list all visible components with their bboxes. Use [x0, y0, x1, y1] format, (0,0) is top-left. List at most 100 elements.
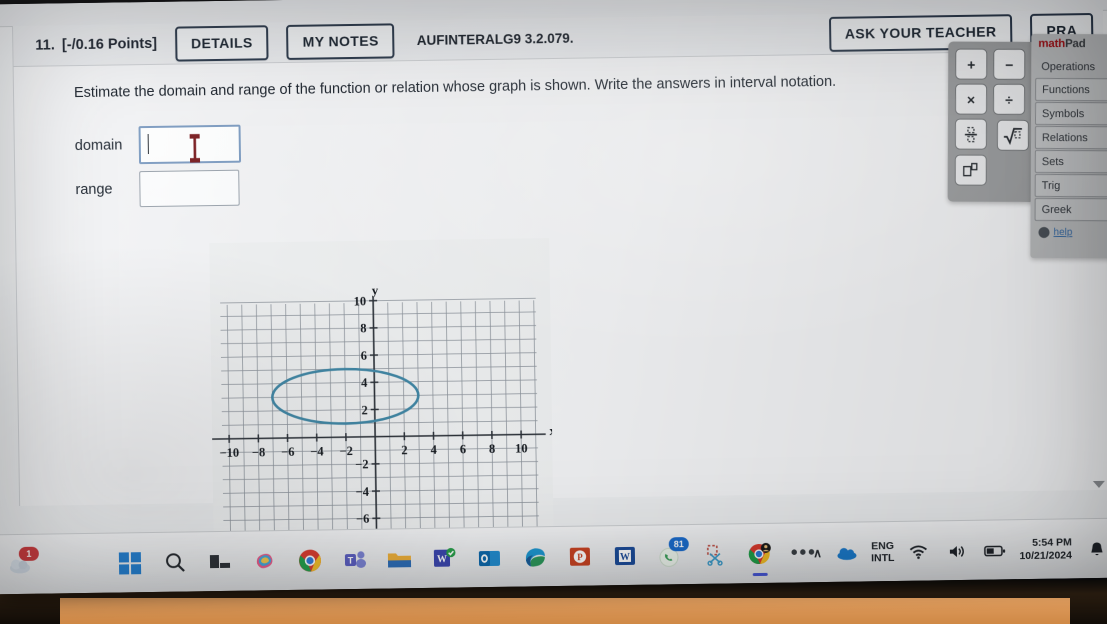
svg-text:−6: −6	[281, 445, 295, 459]
file-explorer-icon[interactable]	[386, 546, 413, 573]
onedrive-cloud-glyph	[837, 547, 857, 560]
svg-text:10: 10	[354, 294, 367, 308]
desk-paper	[60, 598, 1070, 624]
help-icon	[1038, 226, 1050, 238]
scroll-down-arrow[interactable]	[1092, 480, 1105, 489]
svg-text:−6: −6	[356, 512, 370, 526]
range-field-row: range	[75, 169, 240, 208]
teams-icon[interactable]: T	[341, 546, 368, 573]
search-icon[interactable]	[161, 549, 188, 576]
domain-field-row: domain	[74, 124, 242, 165]
whatsapp-badge: 81	[668, 536, 689, 551]
question-points: [-/0.16 Points]	[61, 35, 158, 54]
svg-text:8: 8	[360, 322, 366, 336]
outlook-glyph	[478, 550, 501, 566]
question-code: AUFINTERALG9 3.2.079.	[416, 30, 574, 48]
function-graph: −10 −8 −6 −4 −2 2 4 6 8 10 −6 −4 −2 2 4 6 8 10 y x	[209, 238, 554, 544]
notification-bell-icon[interactable]	[1083, 535, 1107, 562]
header-spacer	[574, 34, 811, 38]
mathpad-key-multiply[interactable]: ×	[955, 83, 988, 115]
y-axis-label: y	[372, 283, 379, 298]
domain-input[interactable]	[138, 124, 242, 165]
svg-text:−2: −2	[355, 457, 369, 471]
wifi-icon[interactable]	[905, 538, 932, 565]
whatsapp-icon[interactable]: 81	[656, 536, 689, 569]
task-view-glyph	[209, 555, 230, 569]
taskbar-left: 1	[6, 535, 39, 595]
svg-text:W: W	[619, 552, 629, 563]
taskbar-apps: T W P W 81 •••	[116, 523, 818, 593]
snipping-tool-icon[interactable]	[701, 541, 728, 568]
tray-chevron-icon[interactable]: ∧	[813, 546, 822, 560]
mathpad-key-divide[interactable]: ÷	[993, 83, 1026, 115]
mathpad-help-label: help	[1053, 226, 1073, 238]
question-body: Estimate the domain and range of the fun…	[14, 50, 1107, 544]
svg-text:2: 2	[401, 443, 407, 457]
chrome-glyph	[298, 549, 321, 572]
outlook-icon[interactable]	[476, 544, 503, 571]
chrome-profile-icon[interactable]	[746, 540, 773, 576]
my-notes-button[interactable]: MY NOTES	[286, 22, 396, 60]
range-input[interactable]	[139, 169, 240, 208]
exponent-icon	[963, 162, 978, 176]
text-caret	[147, 134, 149, 155]
x-axis-label: x	[549, 423, 553, 438]
mathpad-cat-sets[interactable]: Sets	[1034, 149, 1107, 174]
question-prompt: Estimate the domain and range of the fun…	[73, 73, 837, 102]
svg-text:4: 4	[361, 376, 368, 390]
speaker-glyph	[949, 545, 964, 557]
weather-icon[interactable]: 1	[6, 546, 39, 578]
mathpad-cat-symbols[interactable]: Symbols	[1034, 101, 1107, 126]
edge-icon[interactable]	[521, 544, 548, 571]
powerpoint-glyph: P	[569, 547, 590, 566]
system-tray: ∧ ENG INTL 5:54 PM 10/21/2024	[813, 519, 1107, 583]
folder-glyph	[387, 552, 412, 568]
word-icon[interactable]: W	[611, 542, 638, 569]
task-view-icon[interactable]	[206, 548, 233, 575]
webassign-page: 11. [-/0.16 Points] DETAILS MY NOTES AUF…	[0, 0, 1107, 544]
details-button-label: DETAILS	[190, 34, 253, 52]
svg-text:−4: −4	[310, 444, 324, 458]
chrome-icon[interactable]	[296, 547, 323, 574]
my-notes-button-label: MY NOTES	[302, 32, 379, 50]
range-label: range	[75, 181, 113, 199]
magnifier-glyph	[165, 553, 185, 572]
mathpad-cat-greek[interactable]: Greek	[1034, 197, 1107, 222]
onedrive-icon[interactable]	[833, 539, 860, 566]
mathpad-key-fraction[interactable]	[954, 118, 987, 150]
details-button[interactable]: DETAILS	[174, 24, 269, 62]
mathpad-cat-trig[interactable]: Trig	[1034, 173, 1107, 198]
fraction-icon	[964, 126, 977, 142]
svg-text:6: 6	[460, 442, 466, 456]
mathpad-cat-relations[interactable]: Relations	[1034, 125, 1107, 150]
mathpad-key-sqrt[interactable]	[997, 119, 1030, 151]
svg-text:2: 2	[361, 403, 367, 417]
mathpad-cat-functions[interactable]: Functions	[1035, 77, 1107, 102]
svg-text:6: 6	[361, 349, 367, 363]
mathpad-logo: mathPad	[1038, 38, 1107, 53]
battery-icon[interactable]	[981, 537, 1008, 564]
powerpoint-icon[interactable]: P	[566, 543, 593, 570]
domain-label: domain	[74, 137, 123, 155]
edge-glyph	[525, 548, 545, 567]
mathpad-key-exponent[interactable]	[954, 154, 987, 186]
wifi-glyph	[910, 544, 928, 559]
svg-text:T: T	[347, 556, 353, 566]
windows-start-icon[interactable]	[116, 550, 143, 577]
mathpad-cat-operations[interactable]: Operations	[1035, 56, 1107, 77]
mathpad-key-plus[interactable]: +	[955, 48, 988, 80]
svg-text:8: 8	[489, 442, 495, 456]
word-online-icon[interactable]: W	[431, 545, 458, 572]
language-line-2: INTL	[871, 551, 895, 565]
bell-glyph	[1090, 541, 1103, 555]
clock[interactable]: 5:54 PM 10/21/2024	[1019, 537, 1072, 563]
question-card: 11. [-/0.16 Points] DETAILS MY NOTES AUF…	[12, 9, 1107, 544]
clock-time: 5:54 PM	[1032, 536, 1072, 550]
volume-icon[interactable]	[943, 537, 970, 564]
running-indicator	[752, 572, 768, 576]
copilot-icon[interactable]	[251, 548, 278, 575]
mathpad-key-minus[interactable]: −	[993, 48, 1026, 80]
language-indicator[interactable]: ENG INTL	[871, 540, 895, 565]
mathpad-help-link[interactable]: help	[1034, 223, 1107, 241]
language-line-1: ENG	[871, 539, 895, 552]
